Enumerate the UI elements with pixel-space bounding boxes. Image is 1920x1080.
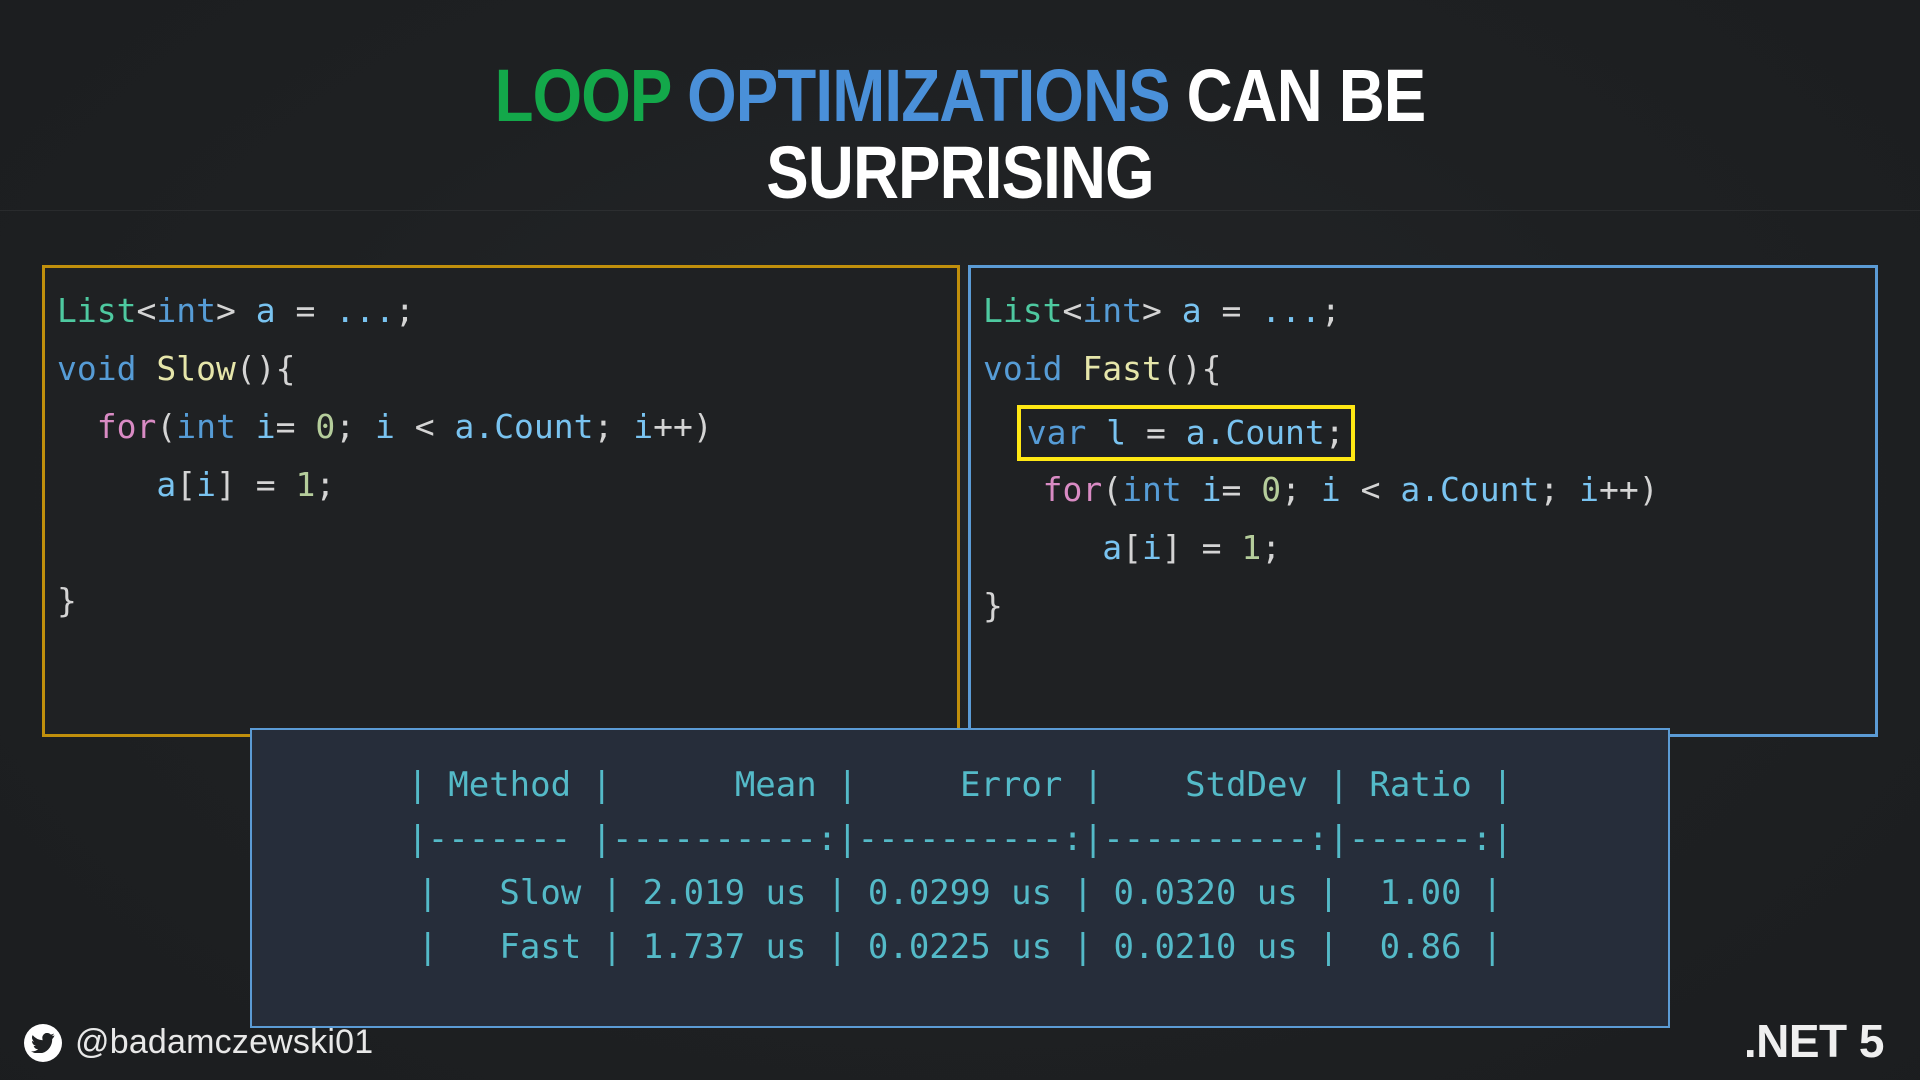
code-token: ] = — [1161, 528, 1242, 567]
code-token: int — [1082, 291, 1142, 330]
code-token: ( — [1102, 470, 1123, 509]
code-token: ; — [593, 407, 634, 446]
code-token: 1 — [295, 465, 316, 504]
code-panel-slow: List<int> a = ...; void Slow(){ for(int … — [42, 265, 960, 737]
code-token: i — [374, 407, 395, 446]
code-token: i — [1579, 470, 1600, 509]
code-token: ] = — [215, 465, 296, 504]
code-token: < — [136, 291, 157, 330]
code-token: ; — [1261, 528, 1282, 567]
code-token: ; — [1324, 413, 1345, 452]
code-token: a — [1102, 528, 1123, 567]
code-token: 1 — [1241, 528, 1262, 567]
highlighted-code-line: var l = a.Count; — [1016, 405, 1355, 461]
code-token: ; — [315, 465, 336, 504]
code-token: a.Count — [454, 407, 594, 446]
code-token: < — [1340, 470, 1401, 509]
code-token: ; — [335, 407, 375, 446]
code-token: a — [255, 291, 276, 330]
code-token: [ — [1122, 528, 1142, 567]
code-token: = — [1126, 413, 1186, 452]
code-token: i — [1141, 528, 1162, 567]
code-token: void — [57, 349, 137, 388]
code-token: a.Count — [1185, 413, 1325, 452]
code-token: List — [57, 291, 137, 330]
code-token: a — [156, 465, 177, 504]
code-token: ; — [1539, 470, 1580, 509]
code-token: } — [57, 581, 77, 620]
code-token: var — [1026, 413, 1087, 452]
code-panel-fast: List<int> a = ...; void Fast(){ var l = … — [968, 265, 1878, 737]
code-token: Slow — [156, 349, 236, 388]
code-token: (){ — [1161, 349, 1222, 388]
code-token: < — [1062, 291, 1083, 330]
code-token: i — [255, 407, 276, 446]
title-divider — [0, 210, 1920, 211]
code-token: < — [394, 407, 455, 446]
twitter-handle-label: @badamczewski01 — [75, 1023, 374, 1061]
code-token: ... — [335, 291, 395, 330]
title-word-canbe: CAN BE — [1186, 53, 1427, 137]
code-token: int — [156, 291, 216, 330]
code-token: = — [275, 291, 336, 330]
title-word-surprising: SURPRISING — [766, 130, 1154, 214]
code-token: for — [1042, 470, 1103, 509]
code-token: ++) — [1599, 470, 1659, 509]
table-row: | Slow | 2.019 us | 0.0299 us | 0.0320 u… — [417, 873, 1503, 913]
title-word-optimizations: OPTIMIZATIONS — [687, 53, 1170, 137]
code-token: ; — [394, 291, 415, 330]
title-word-loop: LOOP — [494, 53, 672, 137]
benchmark-results-table: | Method | Mean | Error | StdDev | Ratio… — [250, 728, 1670, 1028]
code-token: 0 — [1261, 470, 1282, 509]
table-separator-row: |------- |----------:|----------:|------… — [407, 819, 1513, 859]
code-token: i — [196, 465, 216, 504]
code-token: i — [1320, 470, 1341, 509]
code-token: = — [275, 407, 316, 446]
code-token: > — [1141, 291, 1182, 330]
code-token: Fast — [1082, 349, 1162, 388]
table-row: | Fast | 1.737 us | 0.0225 us | 0.0210 u… — [417, 927, 1503, 967]
code-token: = — [1221, 470, 1262, 509]
code-token: a — [1181, 291, 1202, 330]
code-token: 0 — [315, 407, 336, 446]
code-token: ... — [1261, 291, 1321, 330]
code-token: i — [1201, 470, 1222, 509]
code-token: > — [215, 291, 256, 330]
code-token: List — [983, 291, 1063, 330]
code-token: ; — [1320, 291, 1341, 330]
code-token: (){ — [235, 349, 296, 388]
code-token: void — [983, 349, 1063, 388]
code-token: int — [1122, 470, 1182, 509]
code-token: = — [1201, 291, 1262, 330]
code-token: int — [176, 407, 236, 446]
code-token: [ — [176, 465, 197, 504]
code-token: l — [1106, 413, 1127, 452]
code-token: i — [633, 407, 654, 446]
code-token: ++) — [653, 407, 713, 446]
code-token: a.Count — [1400, 470, 1540, 509]
code-token: } — [983, 586, 1003, 625]
dotnet-version-badge: .NET 5 — [1743, 1015, 1885, 1067]
code-token: ( — [156, 407, 177, 446]
page-title: LOOP OPTIMIZATIONS CAN BE SURPRISING — [272, 57, 1648, 214]
slide-root: LOOP OPTIMIZATIONS CAN BE SURPRISING Lis… — [0, 0, 1920, 1080]
code-token: for — [96, 407, 157, 446]
twitter-bird-icon — [24, 1023, 62, 1062]
twitter-footer: @badamczewski01 — [24, 1023, 373, 1062]
code-token: ; — [1281, 470, 1321, 509]
table-header-row: | Method | Mean | Error | StdDev | Ratio… — [407, 765, 1513, 805]
